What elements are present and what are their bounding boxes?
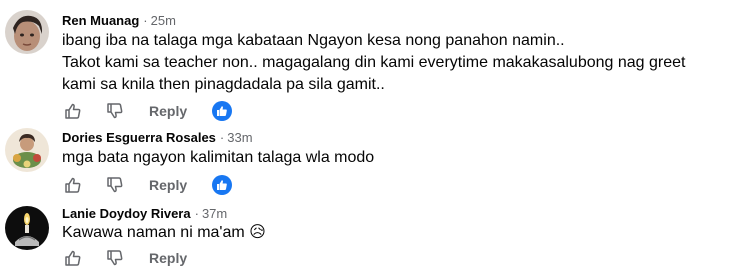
- comment-text: ibang iba na talaga mga kabataan Ngayon …: [62, 30, 742, 96]
- avatar[interactable]: [5, 128, 49, 172]
- comment-header: Ren Muanag · 25m: [62, 13, 176, 29]
- separator-dot: ·: [143, 13, 148, 28]
- comment-item: Ren Muanag · 25m ibang iba na talaga mga k…: [0, 0, 750, 125]
- comment-line: kami sa knila then pinagdadala pa sila g…: [62, 76, 385, 93]
- author-name[interactable]: Ren Muanag: [62, 13, 139, 28]
- avatar[interactable]: [5, 206, 49, 250]
- comment-line: Kawawa naman ni ma'am 😥: [62, 224, 266, 241]
- timestamp[interactable]: 37m: [202, 206, 227, 221]
- avatar[interactable]: [5, 10, 49, 54]
- comment-header: Dories Esguerra Rosales · 33m: [62, 130, 253, 146]
- thumbs-up-icon: [65, 103, 81, 119]
- comment-text: mga bata ngayon kalimitan talaga wla mod…: [62, 147, 742, 169]
- author-name[interactable]: Lanie Doydoy Rivera: [62, 206, 191, 221]
- dislike-button[interactable]: [106, 175, 124, 195]
- comment-item: Lanie Doydoy Rivera · 37m Kawawa naman ni …: [0, 200, 750, 277]
- timestamp[interactable]: 33m: [227, 130, 252, 145]
- thumbs-down-icon: [107, 250, 123, 266]
- comment-header: Lanie Doydoy Rivera · 37m: [62, 206, 227, 222]
- reply-button[interactable]: Reply: [149, 175, 187, 195]
- reply-button[interactable]: Reply: [149, 248, 187, 268]
- comment-actions: Reply: [62, 101, 262, 123]
- author-name[interactable]: Dories Esguerra Rosales: [62, 130, 216, 145]
- dislike-button[interactable]: [106, 248, 124, 268]
- comment-line: ibang iba na talaga mga kabataan Ngayon …: [62, 32, 565, 49]
- reply-button[interactable]: Reply: [149, 101, 187, 121]
- like-button[interactable]: [64, 101, 82, 121]
- comment-text: Kawawa naman ni ma'am 😥: [62, 222, 742, 244]
- thumbs-up-icon: [65, 177, 81, 193]
- comment-item: Dories Esguerra Rosales · 33m mga bata nga…: [0, 125, 750, 200]
- separator-dot: ·: [194, 206, 199, 221]
- like-reaction-icon[interactable]: [212, 101, 232, 121]
- thumbs-down-icon: [107, 103, 123, 119]
- dislike-button[interactable]: [106, 101, 124, 121]
- comment-actions: Reply: [62, 175, 262, 197]
- like-reaction-icon[interactable]: [212, 175, 232, 195]
- like-button[interactable]: [64, 175, 82, 195]
- like-button[interactable]: [64, 248, 82, 268]
- separator-dot: ·: [219, 130, 225, 145]
- thumbs-up-icon: [65, 250, 81, 266]
- comment-line: mga bata ngayon kalimitan talaga wla mod…: [62, 149, 375, 166]
- comment-actions: Reply: [62, 248, 262, 270]
- timestamp[interactable]: 25m: [151, 13, 176, 28]
- comment-line: Takot kami sa teacher non.. magagalang d…: [62, 54, 686, 71]
- thumbs-down-icon: [107, 177, 123, 193]
